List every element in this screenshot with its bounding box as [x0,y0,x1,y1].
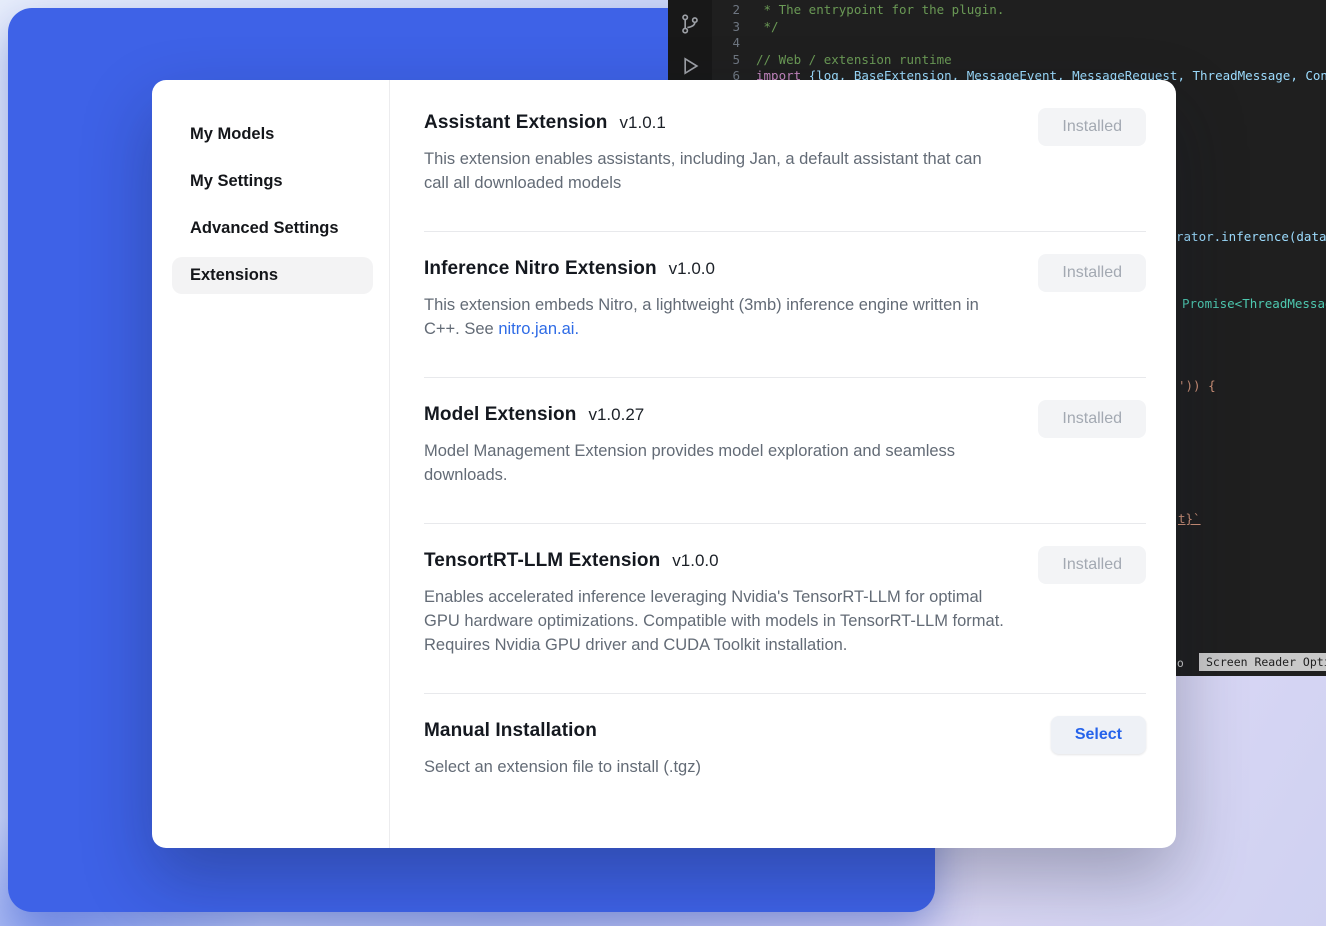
extension-version: v1.0.27 [588,405,644,425]
extension-description: This extension enables assistants, inclu… [424,147,1004,195]
extensions-list: Assistant Extension v1.0.1 This extensio… [390,80,1176,848]
installed-button: Installed [1038,400,1146,438]
code-area: 2 * The entrypoint for the plugin. 3 */ … [714,2,1326,85]
line-number: 2 [714,2,740,19]
code-text: */ [756,19,779,36]
extension-version: v1.0.0 [672,551,718,571]
sidebar-item-advanced-settings[interactable]: Advanced Settings [172,210,373,247]
settings-modal: My Models My Settings Advanced Settings … [152,80,1176,848]
select-file-button[interactable]: Select [1051,716,1146,754]
manual-installation-title: Manual Installation [424,720,597,742]
installed-button: Installed [1038,546,1146,584]
code-fragment: t}` [1178,511,1201,526]
manual-installation-row: Manual Installation Select an extension … [424,694,1146,803]
installed-button: Installed [1038,108,1146,146]
nitro-jan-ai-link[interactable]: nitro.jan.ai. [498,320,579,338]
run-icon[interactable] [678,54,702,78]
code-line: 3 */ [714,19,1326,36]
extension-title: Assistant Extension [424,112,608,134]
code-line: 4 [714,35,1326,52]
extension-description: This extension embeds Nitro, a lightweig… [424,293,1004,341]
extension-description: Model Management Extension provides mode… [424,439,1004,487]
sidebar-item-my-models[interactable]: My Models [172,116,373,153]
extension-row-tensorrt-llm: TensortRT-LLM Extension v1.0.0 Enables a… [424,524,1146,694]
desktop: { "desktop": { "accent_blue": "#3e62e7" … [0,0,1326,926]
extension-title: Model Extension [424,404,576,426]
extension-row-model: Model Extension v1.0.27 Model Management… [424,378,1146,524]
extension-row-assistant: Assistant Extension v1.0.1 This extensio… [424,86,1146,232]
code-fragment: rator.inference(data)); [1176,229,1326,244]
extension-description: Enables accelerated inference leveraging… [424,585,1004,657]
code-text: // Web / extension runtime [756,52,952,69]
extension-version: v1.0.0 [669,259,715,279]
extension-title: Inference Nitro Extension [424,258,657,280]
manual-installation-description: Select an extension file to install (.tg… [424,755,1004,779]
code-text: * The entrypoint for the plugin. [756,2,1004,19]
line-number: 5 [714,52,740,69]
extension-title: TensortRT-LLM Extension [424,550,660,572]
code-line: 5 // Web / extension runtime [714,52,1326,69]
code-fragment: ')) { [1178,378,1216,393]
line-number: 4 [714,35,740,52]
installed-button: Installed [1038,254,1146,292]
extension-row-inference-nitro: Inference Nitro Extension v1.0.0 This ex… [424,232,1146,378]
extension-header: Manual Installation [424,720,1146,742]
code-line: 2 * The entrypoint for the plugin. [714,2,1326,19]
git-branch-icon[interactable] [678,12,702,36]
code-fragment: Promise<ThreadMessage> [1182,296,1326,311]
extension-version: v1.0.1 [620,113,666,133]
sidebar-item-extensions[interactable]: Extensions [172,257,373,294]
sidebar-item-my-settings[interactable]: My Settings [172,163,373,200]
settings-sidebar: My Models My Settings Advanced Settings … [152,80,390,848]
screen-reader-optimized-badge[interactable]: Screen Reader Optimized [1199,653,1326,671]
line-number: 3 [714,19,740,36]
